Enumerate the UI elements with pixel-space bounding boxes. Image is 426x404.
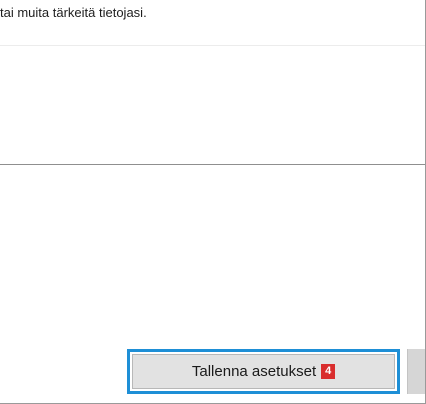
save-settings-label: Tallenna asetukset — [191, 362, 317, 380]
save-settings-button[interactable]: Tallenna asetukset 4 — [132, 354, 395, 389]
save-button-focus-ring: Tallenna asetukset 4 — [127, 349, 400, 394]
info-panel: tai muita tärkeitä tietojasi. — [0, 0, 425, 165]
divider — [0, 45, 425, 46]
settings-window: tai muita tärkeitä tietojasi. Tallenna a… — [0, 0, 426, 404]
info-text: tai muita tärkeitä tietojasi. — [0, 5, 147, 20]
step-number-badge: 4 — [321, 364, 336, 379]
next-button-partial[interactable] — [407, 349, 425, 394]
